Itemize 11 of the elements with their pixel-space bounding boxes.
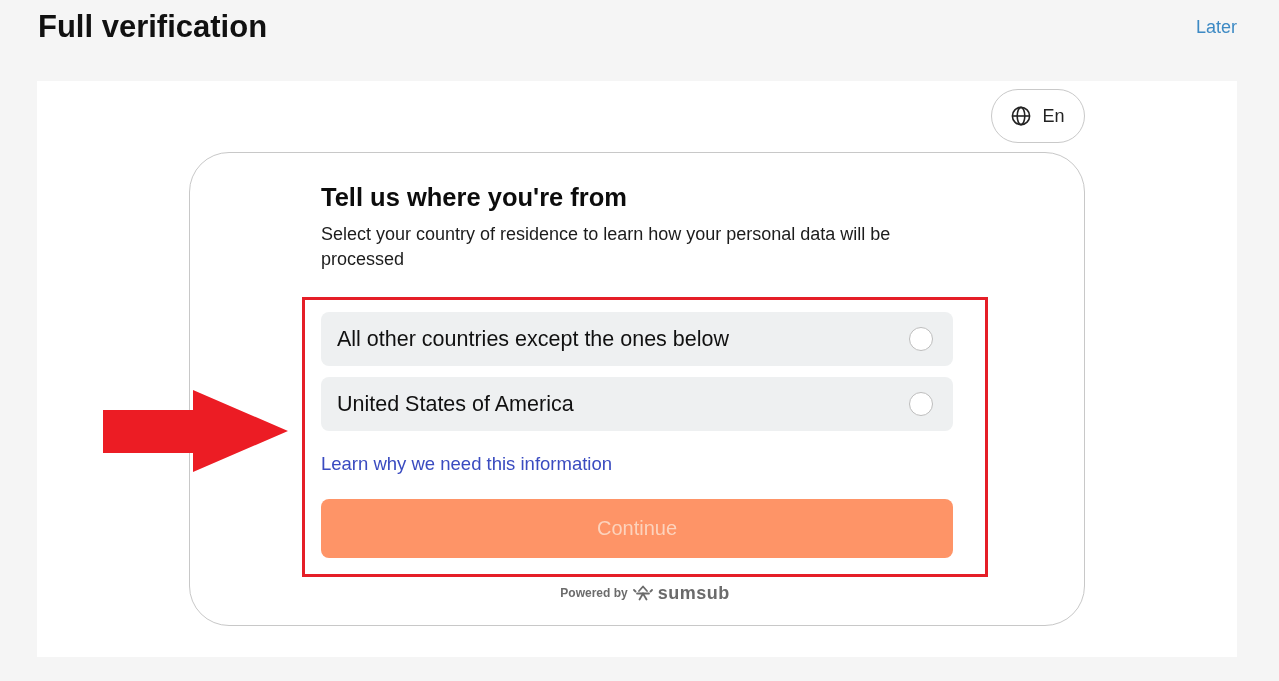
page-title: Full verification (38, 8, 268, 46)
country-option[interactable]: United States of America (321, 377, 953, 431)
brand-wordmark: sumsub (657, 583, 730, 603)
globe-icon (1011, 106, 1032, 126)
form-heading: Tell us where you're from (321, 182, 628, 212)
language-button[interactable]: En (991, 89, 1085, 143)
logo-icon (632, 585, 653, 601)
info-link[interactable]: Learn why we need this information (321, 452, 613, 476)
powered-by-text: Powered by (560, 585, 628, 601)
form-description: Select your country of residence to learn how your personal data will be processed (321, 223, 892, 271)
country-option[interactable]: All other countries except the ones below (321, 312, 953, 366)
